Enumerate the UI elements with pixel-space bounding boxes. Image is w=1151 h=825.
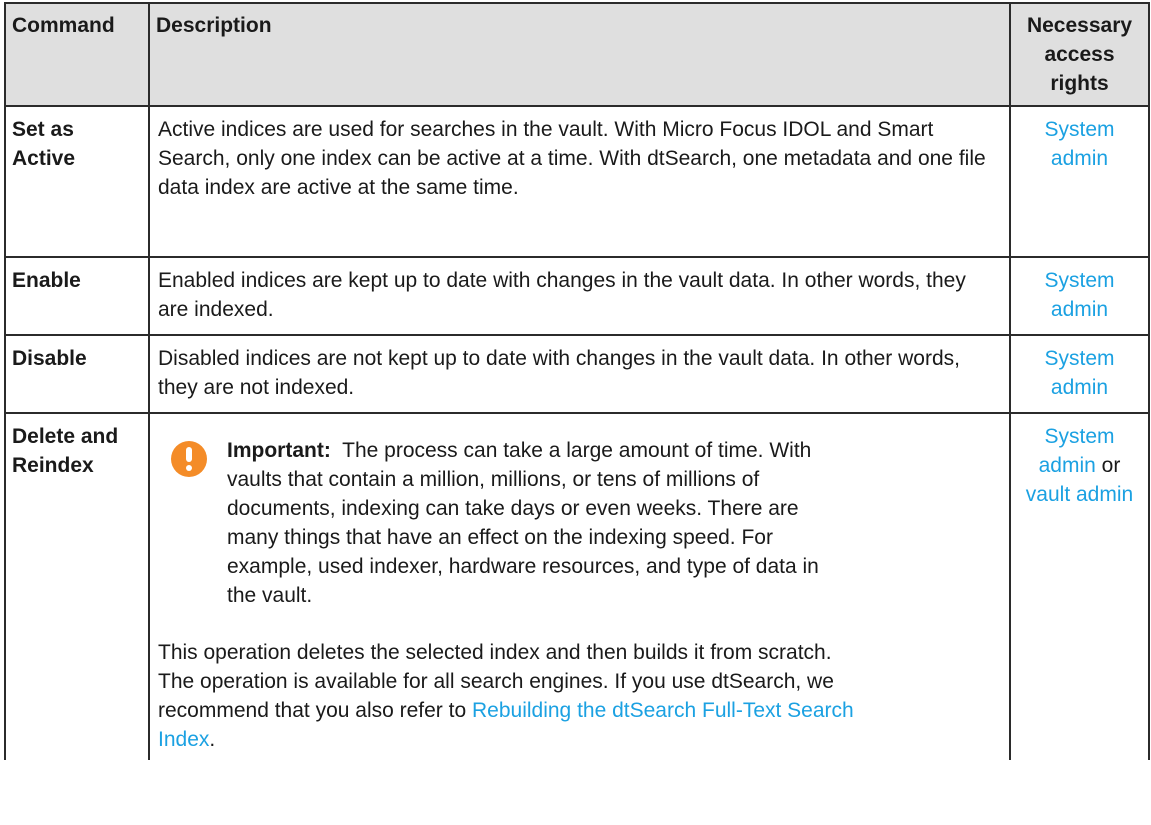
rights-or-text: or xyxy=(1101,454,1121,477)
note-label: Important: xyxy=(227,439,331,462)
table-row: Set as Active Active indices are used fo… xyxy=(4,105,1150,258)
table-row: Delete and Reindex Important: The proces… xyxy=(4,412,1150,760)
description-cell: Enabled indices are kept up to date with… xyxy=(148,256,1011,336)
description-cell: Disabled indices are not kept up to date… xyxy=(148,334,1011,414)
rights-cell: System admin or vault admin xyxy=(1009,412,1150,760)
note-text: The process can take a large amount of t… xyxy=(227,439,819,607)
system-admin-link[interactable]: System admin xyxy=(1044,347,1114,399)
vault-admin-link[interactable]: vault admin xyxy=(1026,483,1133,506)
table-body: Set as Active Active indices are used fo… xyxy=(4,105,1150,760)
note-body: Important: The process can take a large … xyxy=(227,436,1001,610)
commands-table: Command Description Necessary access rig… xyxy=(4,2,1150,760)
command-cell: Disable xyxy=(4,334,150,414)
header-description: Description xyxy=(148,2,1011,107)
header-rights: Necessary access rights xyxy=(1009,2,1150,107)
system-admin-link[interactable]: System admin xyxy=(1044,269,1114,321)
rights-cell: System admin xyxy=(1009,334,1150,414)
important-note: Important: The process can take a large … xyxy=(158,436,1001,610)
description-cell: Active indices are used for searches in … xyxy=(148,105,1011,258)
description-cell: Important: The process can take a large … xyxy=(148,412,1011,760)
description-paragraph: This operation deletes the selected inde… xyxy=(158,638,1001,754)
system-admin-link[interactable]: System admin xyxy=(1044,118,1114,170)
rights-cell: System admin xyxy=(1009,256,1150,336)
header-command: Command xyxy=(4,2,150,107)
table-header: Command Description Necessary access rig… xyxy=(4,2,1150,107)
command-cell: Set as Active xyxy=(4,105,150,258)
table-row: Enable Enabled indices are kept up to da… xyxy=(4,256,1150,336)
exclamation-circle-icon xyxy=(171,441,207,477)
description-end-text: . xyxy=(209,728,216,751)
table-row: Disable Disabled indices are not kept up… xyxy=(4,334,1150,414)
header-row: Command Description Necessary access rig… xyxy=(4,2,1150,107)
rights-cell: System admin xyxy=(1009,105,1150,258)
command-cell: Delete and Reindex xyxy=(4,412,150,760)
command-cell: Enable xyxy=(4,256,150,336)
